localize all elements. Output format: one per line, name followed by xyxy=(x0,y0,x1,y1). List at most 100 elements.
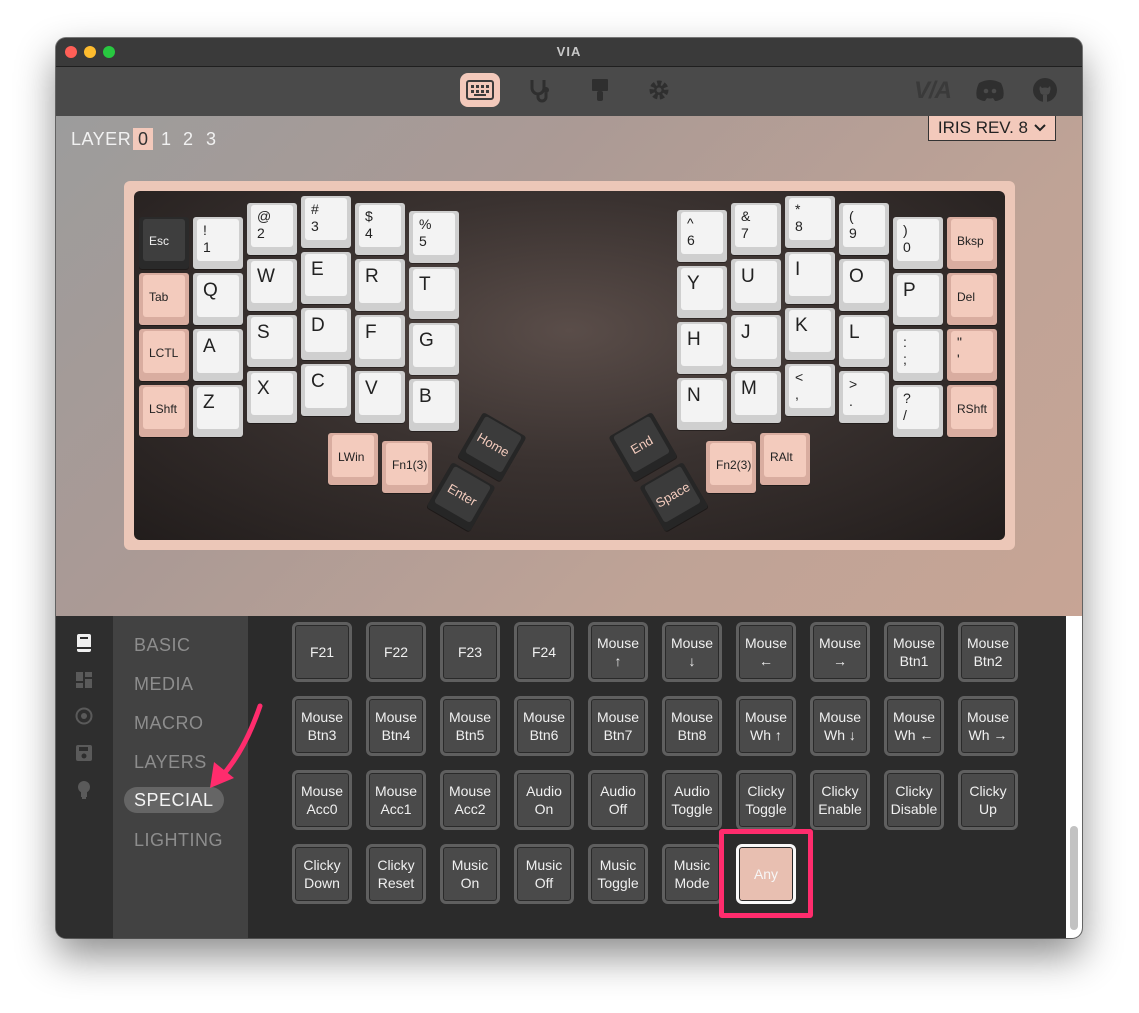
scrollbar[interactable] xyxy=(1066,616,1082,938)
keycode-mouse-btn3[interactable]: Mouse Btn3 xyxy=(292,696,352,756)
keycode-music-mode[interactable]: Music Mode xyxy=(662,844,722,904)
keycode-f23[interactable]: F23 xyxy=(440,622,500,682)
key-lwin[interactable]: LWin xyxy=(328,433,378,485)
key-7[interactable]: & 7 xyxy=(731,203,781,255)
nav-design-button[interactable] xyxy=(580,73,620,107)
key-lctl[interactable]: LCTL xyxy=(139,329,189,381)
key-p[interactable]: P xyxy=(893,273,943,325)
key-u[interactable]: U xyxy=(731,259,781,311)
keycode-mouse[interactable]: Mouse → xyxy=(810,622,870,682)
keycode-mouse-wh[interactable]: Mouse Wh ↓ xyxy=(810,696,870,756)
keycode-clicky-down[interactable]: Clicky Down xyxy=(292,844,352,904)
key-esc[interactable]: Esc xyxy=(139,217,189,269)
keycode-clicky-disable[interactable]: Clicky Disable xyxy=(884,770,944,830)
lightbulb-icon[interactable] xyxy=(74,780,94,800)
keycode-audio-on[interactable]: Audio On xyxy=(514,770,574,830)
key-sym[interactable]: " ' xyxy=(947,329,997,381)
keycode-mouse[interactable]: Mouse ↓ xyxy=(662,622,722,682)
key-sym[interactable]: : ; xyxy=(893,329,943,381)
key-s[interactable]: S xyxy=(247,315,297,367)
category-basic[interactable]: BASIC xyxy=(134,635,191,656)
keycode-audio-toggle[interactable]: Audio Toggle xyxy=(662,770,722,830)
keycode-f21[interactable]: F21 xyxy=(292,622,352,682)
key-d[interactable]: D xyxy=(301,308,351,360)
key-rshft[interactable]: RShft xyxy=(947,385,997,437)
key-o[interactable]: O xyxy=(839,259,889,311)
key-4[interactable]: $ 4 xyxy=(355,203,405,255)
key-1[interactable]: ! 1 xyxy=(193,217,243,269)
key-e[interactable]: E xyxy=(301,252,351,304)
key-8[interactable]: * 8 xyxy=(785,196,835,248)
keycode-mouse-btn7[interactable]: Mouse Btn7 xyxy=(588,696,648,756)
board-select[interactable]: IRIS REV. 8 xyxy=(927,116,1056,141)
key-y[interactable]: Y xyxy=(677,266,727,318)
book-icon[interactable] xyxy=(74,633,94,653)
keycode-mouse-acc2[interactable]: Mouse Acc2 xyxy=(440,770,500,830)
key-l[interactable]: L xyxy=(839,315,889,367)
key-0[interactable]: ) 0 xyxy=(893,217,943,269)
keycode-mouse-btn5[interactable]: Mouse Btn5 xyxy=(440,696,500,756)
keycode-mouse-btn2[interactable]: Mouse Btn2 xyxy=(958,622,1018,682)
category-media[interactable]: MEDIA xyxy=(134,674,194,695)
key-sym[interactable]: ? / xyxy=(893,385,943,437)
key-bksp[interactable]: Bksp xyxy=(947,217,997,269)
key-q[interactable]: Q xyxy=(193,273,243,325)
keycode-music-on[interactable]: Music On xyxy=(440,844,500,904)
category-macro[interactable]: MACRO xyxy=(134,713,204,734)
key-m[interactable]: M xyxy=(731,371,781,423)
github-link[interactable] xyxy=(1025,73,1065,107)
save-icon[interactable] xyxy=(74,743,94,763)
via-logo[interactable]: V/A xyxy=(914,77,952,105)
keycode-f22[interactable]: F22 xyxy=(366,622,426,682)
keycode-mouse-btn4[interactable]: Mouse Btn4 xyxy=(366,696,426,756)
keycode-mouse-wh[interactable]: Mouse Wh ↑ xyxy=(736,696,796,756)
key-lshft[interactable]: LShft xyxy=(139,385,189,437)
key-tab[interactable]: Tab xyxy=(139,273,189,325)
keycode-clicky-toggle[interactable]: Clicky Toggle xyxy=(736,770,796,830)
discord-link[interactable] xyxy=(970,73,1010,107)
key-3[interactable]: # 3 xyxy=(301,196,351,248)
key-a[interactable]: A xyxy=(193,329,243,381)
nav-configure-button[interactable] xyxy=(460,73,500,107)
keycode-mouse-acc1[interactable]: Mouse Acc1 xyxy=(366,770,426,830)
layer-3-button[interactable]: 3 xyxy=(201,128,221,150)
keycode-audio-off[interactable]: Audio Off xyxy=(588,770,648,830)
keycode-mouse-wh[interactable]: Mouse Wh ← xyxy=(884,696,944,756)
key-5[interactable]: % 5 xyxy=(409,211,459,263)
key-6[interactable]: ^ 6 xyxy=(677,210,727,262)
key-sym[interactable]: > . xyxy=(839,371,889,423)
key-v[interactable]: V xyxy=(355,371,405,423)
nav-settings-button[interactable] xyxy=(639,73,679,107)
key-z[interactable]: Z xyxy=(193,385,243,437)
keycode-clicky-enable[interactable]: Clicky Enable xyxy=(810,770,870,830)
layout-icon[interactable] xyxy=(74,670,94,690)
keycode-music-off[interactable]: Music Off xyxy=(514,844,574,904)
keycode-f24[interactable]: F24 xyxy=(514,622,574,682)
key-9[interactable]: ( 9 xyxy=(839,203,889,255)
key-h[interactable]: H xyxy=(677,322,727,374)
layer-1-button[interactable]: 1 xyxy=(156,128,176,150)
keycode-mouse-btn8[interactable]: Mouse Btn8 xyxy=(662,696,722,756)
category-layers[interactable]: LAYERS xyxy=(134,752,207,773)
key-w[interactable]: W xyxy=(247,259,297,311)
key-b[interactable]: B xyxy=(409,379,459,431)
key-g[interactable]: G xyxy=(409,323,459,375)
key-fn1-3[interactable]: Fn1(3) xyxy=(382,441,432,493)
keycode-mouse[interactable]: Mouse ↑ xyxy=(588,622,648,682)
keycode-mouse-wh[interactable]: Mouse Wh → xyxy=(958,696,1018,756)
keycode-mouse-acc0[interactable]: Mouse Acc0 xyxy=(292,770,352,830)
nav-test-button[interactable] xyxy=(520,73,560,107)
key-t[interactable]: T xyxy=(409,267,459,319)
key-r[interactable]: R xyxy=(355,259,405,311)
key-n[interactable]: N xyxy=(677,378,727,430)
keycode-mouse-btn1[interactable]: Mouse Btn1 xyxy=(884,622,944,682)
key-2[interactable]: @ 2 xyxy=(247,203,297,255)
key-del[interactable]: Del xyxy=(947,273,997,325)
key-j[interactable]: J xyxy=(731,315,781,367)
keycode-clicky-reset[interactable]: Clicky Reset xyxy=(366,844,426,904)
keycode-clicky-up[interactable]: Clicky Up xyxy=(958,770,1018,830)
scrollbar-thumb[interactable] xyxy=(1070,826,1078,930)
key-i[interactable]: I xyxy=(785,252,835,304)
layer-2-button[interactable]: 2 xyxy=(178,128,198,150)
keycode-music-toggle[interactable]: Music Toggle xyxy=(588,844,648,904)
